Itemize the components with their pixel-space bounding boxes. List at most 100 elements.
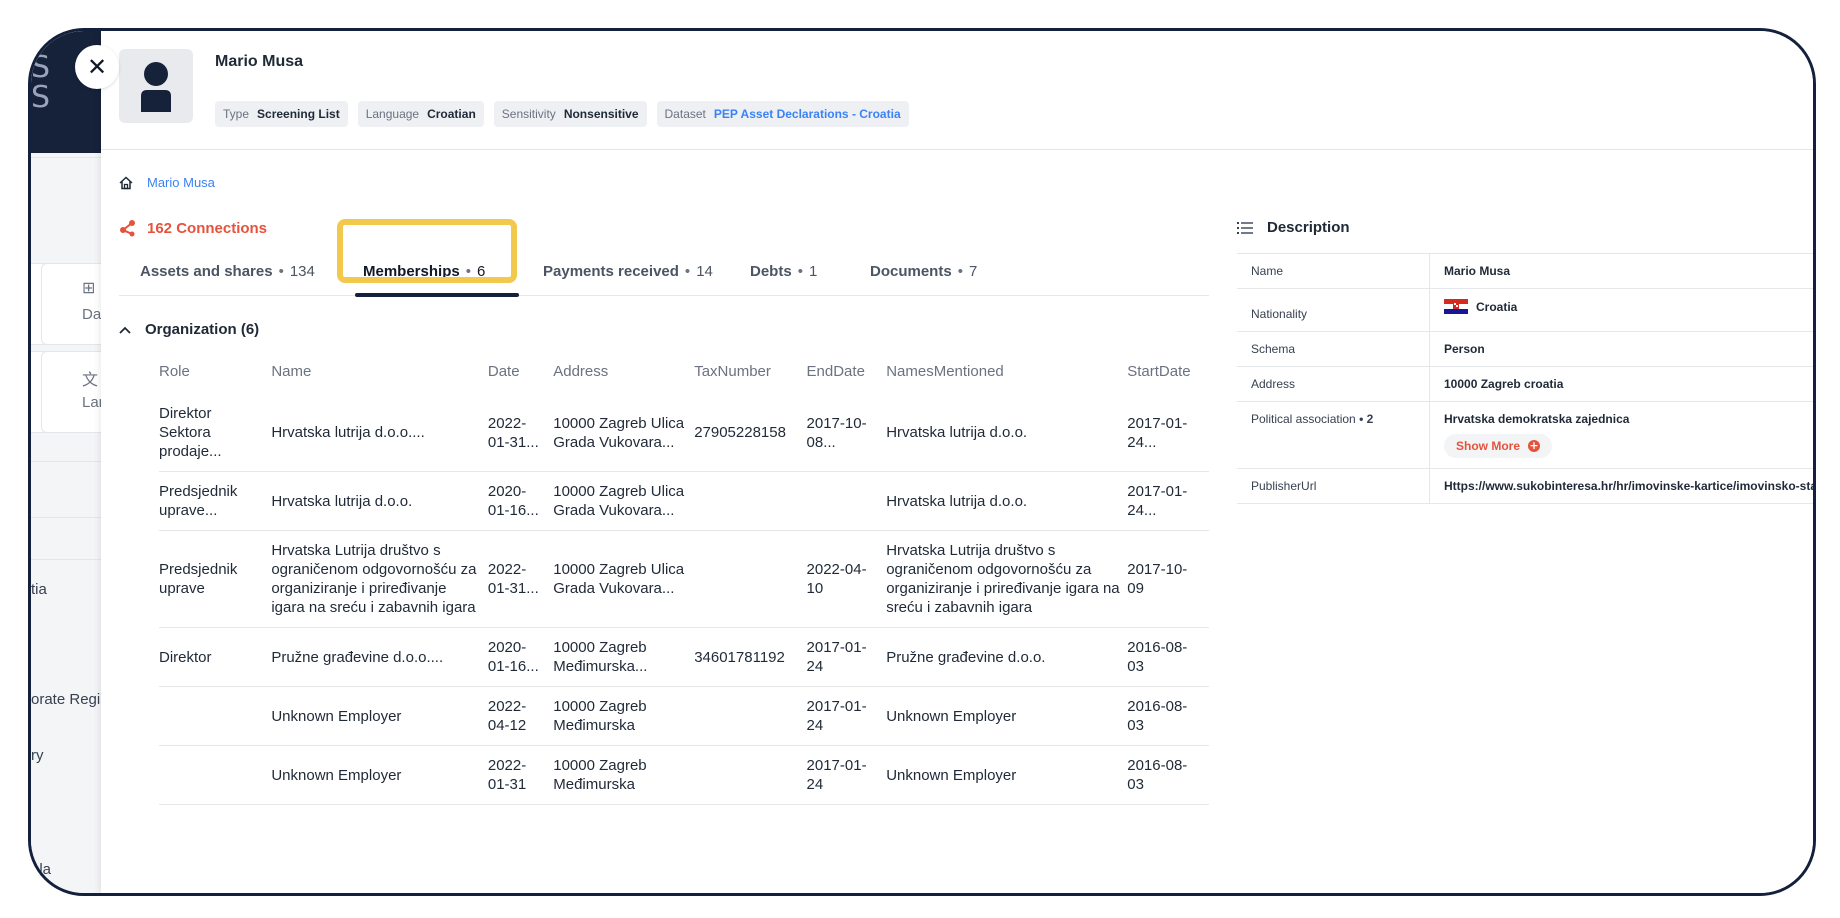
column-header-date[interactable]: Date bbox=[488, 349, 553, 394]
description-value-nationality: Croatia bbox=[1429, 288, 1813, 332]
person-icon bbox=[141, 62, 171, 112]
description-row-publisher-url: PublisherUrl Https://www.sukobinteresa.h… bbox=[1237, 468, 1813, 504]
table-row[interactable]: Predsjednik uprave... Hrvatska lutrija d… bbox=[159, 471, 1209, 531]
cell-startdate: 2017-10-09 bbox=[1127, 530, 1209, 628]
dataset-link[interactable]: PEP Asset Declarations - Croatia bbox=[714, 107, 901, 121]
tab-count: 7 bbox=[968, 263, 978, 280]
description-table: Name Mario Musa Nationality Croatia Sche… bbox=[1237, 253, 1813, 504]
column-header-taxnumber[interactable]: TaxNumber bbox=[694, 349, 806, 394]
tab-memberships[interactable]: Memberships • 6 bbox=[363, 263, 485, 280]
cell-name: Hrvatska lutrija d.o.o. bbox=[271, 471, 488, 531]
description-value: 10000 Zagreb croatia bbox=[1429, 366, 1813, 402]
hierarchy-icon: ⊞ bbox=[82, 280, 96, 297]
background-nav-item[interactable]: ala bbox=[31, 861, 51, 878]
tag-key: Sensitivity bbox=[501, 107, 556, 121]
close-icon: ✕ bbox=[86, 53, 108, 81]
tab-payments-received[interactable]: Payments received • 14 bbox=[543, 263, 713, 280]
table-row[interactable]: Predsjednik uprave Hrvatska Lutrija druš… bbox=[159, 530, 1209, 628]
column-header-name[interactable]: Name bbox=[271, 349, 488, 394]
cell-enddate: 2017-10-08... bbox=[806, 394, 887, 472]
description-key: Nationality bbox=[1237, 288, 1430, 332]
cell-role: Direktor Sektora prodaje... bbox=[159, 394, 272, 472]
tag-key: Type bbox=[223, 107, 250, 121]
cell-namesmentioned: Hrvatska Lutrija društvo s ograničenom o… bbox=[886, 530, 1128, 628]
description-value-political: Hrvatska demokratska zajednica Show More… bbox=[1429, 401, 1813, 469]
show-more-button[interactable]: Show More + bbox=[1444, 434, 1553, 458]
cell-taxnumber bbox=[694, 745, 807, 805]
cell-name: Unknown Employer bbox=[271, 745, 488, 805]
active-tab-indicator bbox=[355, 293, 519, 297]
publisher-url-link[interactable]: Https://www.sukobinteresa.hr/hr/imovinsk… bbox=[1429, 468, 1813, 504]
description-row-address: Address 10000 Zagreb croatia bbox=[1237, 366, 1813, 402]
entity-name: Mario Musa bbox=[215, 53, 304, 70]
cell-role: Predsjednik uprave... bbox=[159, 471, 272, 531]
breadcrumb-current[interactable]: Mario Musa bbox=[147, 175, 215, 190]
translate-icon: 文 bbox=[82, 372, 99, 389]
entity-tags: Type Screening List Language Croatian Sens… bbox=[215, 101, 909, 127]
cell-role bbox=[159, 745, 272, 805]
cell-date: 2022-01-31 bbox=[487, 745, 554, 805]
close-button[interactable]: ✕ bbox=[75, 45, 119, 89]
cell-name: Unknown Employer bbox=[271, 686, 488, 746]
avatar bbox=[119, 49, 193, 123]
description-title: Description bbox=[1267, 219, 1350, 236]
tab-debts[interactable]: Debts • 1 bbox=[750, 263, 817, 280]
table-row[interactable]: Direktor Sektora prodaje... Hrvatska lut… bbox=[159, 394, 1209, 472]
background-nav-item[interactable]: ry bbox=[31, 747, 44, 764]
table-row[interactable]: Direktor Pružne građevine d.o.o.... 2020… bbox=[159, 627, 1209, 687]
cell-role: Predsjednik uprave bbox=[159, 530, 272, 628]
tab-assets-and-shares[interactable]: Assets and shares • 134 bbox=[140, 263, 315, 280]
cell-date: 2022-01-31... bbox=[487, 530, 554, 628]
description-key: PublisherUrl bbox=[1237, 468, 1430, 504]
tab-documents[interactable]: Documents • 7 bbox=[870, 263, 977, 280]
tag-sensitivity: Sensitivity Nonsensitive bbox=[493, 101, 647, 127]
description-row-schema: Schema Person bbox=[1237, 331, 1813, 367]
cell-taxnumber bbox=[694, 686, 807, 746]
table-header-row: Role Name Date Address TaxNumber EndDate… bbox=[159, 349, 1209, 394]
tag-value: Nonsensitive bbox=[563, 107, 639, 121]
tab-label: Debts bbox=[750, 263, 792, 280]
tag-type: Type Screening List bbox=[215, 101, 348, 127]
cell-name: Hrvatska lutrija d.o.o.... bbox=[271, 394, 488, 472]
cell-enddate: 2017-01-24 bbox=[806, 627, 887, 687]
tab-label: Assets and shares bbox=[140, 263, 273, 280]
entity-header: Mario Musa Type Screening List Language Cr… bbox=[101, 31, 1813, 150]
home-icon[interactable] bbox=[119, 175, 133, 190]
cell-namesmentioned: Pružne građevine d.o.o. bbox=[886, 627, 1128, 687]
section-title: Organization (6) bbox=[145, 321, 260, 338]
political-count: • 2 bbox=[1359, 412, 1374, 426]
description-heading: Description bbox=[1237, 219, 1350, 236]
cell-startdate: 2017-01-24... bbox=[1127, 394, 1209, 472]
column-header-startdate[interactable]: StartDate bbox=[1127, 349, 1209, 394]
tab-count: 6 bbox=[476, 263, 486, 280]
entity-drawer: Mario Musa Type Screening List Language Cr… bbox=[101, 31, 1813, 893]
background-logo-fragment: S S bbox=[31, 50, 51, 115]
cell-enddate: 2022-04-10 bbox=[806, 530, 887, 628]
organization-section-toggle[interactable]: Organization (6) bbox=[119, 321, 259, 338]
description-value: Mario Musa bbox=[1429, 253, 1813, 289]
tag-dataset[interactable]: Dataset PEP Asset Declarations - Croatia bbox=[656, 101, 909, 127]
table-row[interactable]: Unknown Employer 2022-04-12 10000 Zagreb… bbox=[159, 686, 1209, 746]
description-key: Schema bbox=[1237, 331, 1430, 367]
cell-date: 2020-01-16... bbox=[487, 471, 554, 531]
background-nav-item[interactable]: tia bbox=[31, 581, 47, 598]
column-header-address[interactable]: Address bbox=[553, 349, 694, 394]
cell-enddate bbox=[806, 471, 887, 531]
cell-name: Hrvatska Lutrija društvo s ograničenom o… bbox=[271, 530, 488, 628]
table-row[interactable]: Unknown Employer 2022-01-31 10000 Zagreb… bbox=[159, 745, 1209, 805]
tab-label: Memberships bbox=[363, 263, 460, 280]
tag-language: Language Croatian bbox=[357, 101, 484, 127]
connections-link[interactable]: 162 Connections bbox=[119, 219, 267, 237]
column-header-enddate[interactable]: EndDate bbox=[807, 349, 887, 394]
cell-taxnumber: 34601781192 bbox=[694, 627, 807, 687]
cell-address: 10000 Zagreb Međimurska... bbox=[553, 627, 695, 687]
list-icon bbox=[1237, 221, 1253, 234]
cell-address: 10000 Zagreb Ulica Grada Vukovara... bbox=[553, 471, 695, 531]
column-header-role[interactable]: Role bbox=[159, 349, 271, 394]
column-header-namesmentioned[interactable]: NamesMentioned bbox=[886, 349, 1127, 394]
cell-address: 10000 Zagreb Ulica Grada Vukovara... bbox=[553, 530, 695, 628]
tab-label: Documents bbox=[870, 263, 952, 280]
background-nav-item[interactable]: orate Regis bbox=[31, 691, 108, 708]
description-value: Person bbox=[1429, 331, 1813, 367]
description-key: Political association • 2 bbox=[1237, 401, 1430, 469]
